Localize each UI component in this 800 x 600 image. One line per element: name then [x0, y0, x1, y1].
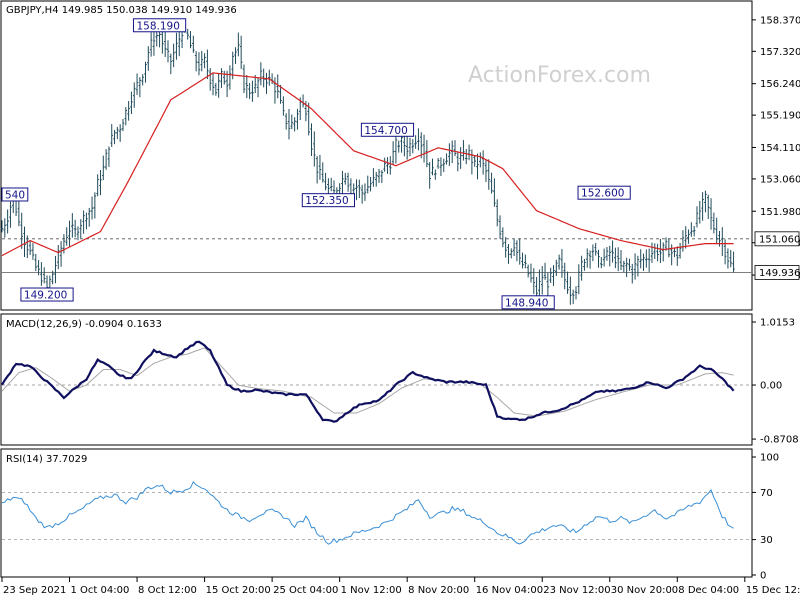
x-tick-label: 1 Oct 04:00 — [71, 585, 130, 596]
x-tick-label: 23 Nov 12:00 — [543, 585, 610, 596]
price-y-tick-label: 158.370 — [760, 15, 800, 26]
annotation-label: 540 — [5, 189, 25, 201]
macd-pane: MACD(12,26,9) -0.0904 0.1633 1.0153 0.00 -… — [0, 313, 799, 446]
macd-pane-title: MACD(12,26,9) -0.0904 0.1633 — [6, 319, 162, 330]
chart-root: ActionForex.com GBPJPY,H4 149.985 150.03… — [0, 0, 800, 596]
annotation-label: 154.700 — [364, 125, 407, 137]
price-y-tick-label: 153.060 — [760, 174, 800, 185]
x-tick-label: 16 Nov 04:00 — [476, 585, 543, 596]
x-tick-label: 15 Oct 20:00 — [206, 585, 271, 596]
price-pane: ActionForex.com GBPJPY,H4 149.985 150.03… — [0, 0, 800, 311]
price-y-tick-label: 155.190 — [760, 111, 800, 122]
annotation-label: 158.190 — [136, 20, 179, 32]
price-tag-label: 151.060 — [759, 234, 800, 245]
macd-y-tick-label: 1.0153 — [760, 318, 795, 329]
rsi-pane-title: RSI(14) 37.7029 — [6, 454, 87, 465]
x-tick-label: 8 Nov 20:00 — [408, 585, 469, 596]
annotation-label: 152.600 — [581, 188, 624, 200]
annotation-label: 152.350 — [305, 195, 348, 207]
rsi-y-axis: 100 70 30 0 — [752, 453, 779, 582]
macd-y-axis: 1.0153 0.00 -0.8708 — [752, 318, 799, 446]
x-tick-label: 30 Nov 20:00 — [611, 585, 678, 596]
rsi-y-tick-label: 0 — [760, 571, 766, 582]
price-pane-frame — [0, 0, 753, 311]
rsi-pane-frame — [0, 448, 753, 578]
rsi-y-tick-label: 100 — [760, 453, 779, 464]
price-y-tick-label: 156.240 — [760, 79, 800, 90]
x-tick-label: 8 Dec 04:00 — [678, 585, 739, 596]
macd-pane-frame — [0, 313, 753, 446]
price-pane-title: GBPJPY,H4 149.985 150.038 149.910 149.93… — [6, 5, 237, 16]
price-y-tick-label: 154.110 — [760, 143, 800, 154]
rsi-y-tick-label: 30 — [760, 535, 773, 546]
x-tick-label: 8 Oct 12:00 — [138, 585, 197, 596]
annotation-label: 148.940 — [505, 297, 548, 309]
rsi-y-tick-label: 70 — [760, 488, 773, 499]
watermark: ActionForex.com — [468, 63, 651, 88]
x-tick-label: 23 Sep 2021 — [3, 585, 66, 596]
price-y-tick-label: 157.320 — [760, 47, 800, 58]
x-tick-label: 25 Oct 04:00 — [273, 585, 338, 596]
x-tick-label: 15 Dec 12:00 — [746, 585, 800, 596]
price-y-tick-label: 151.980 — [760, 207, 800, 218]
annotation-label: 149.200 — [24, 290, 67, 302]
time-x-axis: 23 Sep 2021 1 Oct 04:00 8 Oct 12:00 15 Oct … — [1, 577, 800, 596]
price-tag-label: 149.936 — [759, 268, 800, 279]
rsi-pane: RSI(14) 37.7029 100 70 30 0 — [0, 448, 779, 582]
x-tick-label: 1 Nov 12:00 — [341, 585, 402, 596]
macd-y-tick-label: 0.00 — [760, 381, 782, 392]
macd-y-tick-label: -0.8708 — [760, 435, 799, 446]
price-y-axis: 158.370 157.320 156.240 155.190 154.110 153.0… — [752, 15, 800, 282]
